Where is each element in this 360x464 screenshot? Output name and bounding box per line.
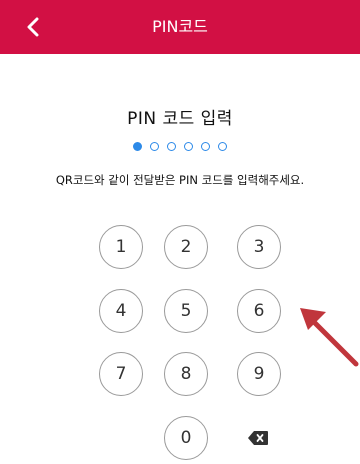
pin-dot-5 [201,142,210,151]
key-5[interactable]: 5 [164,289,208,333]
header-title: PIN코드 [152,17,208,36]
pin-dot-6 [218,142,227,151]
pin-dot-2 [150,142,159,151]
backspace-icon [248,431,268,445]
page-title: PIN 코드 입력 [127,109,233,129]
key-9[interactable]: 9 [237,352,281,396]
pin-indicator [0,142,360,151]
arrow-annotation-icon [300,308,359,367]
key-7[interactable]: 7 [99,352,143,396]
instruction-text: QR코드와 같이 전달받은 PIN 코드를 입력해주세요. [55,173,305,187]
key-2[interactable]: 2 [164,225,208,269]
pin-dot-3 [167,142,176,151]
pin-dot-4 [184,142,193,151]
pin-dot-1 [133,142,142,151]
key-1[interactable]: 1 [99,225,143,269]
key-3[interactable]: 3 [237,225,281,269]
delete-button[interactable] [238,418,278,458]
key-6[interactable]: 6 [237,289,281,333]
key-8[interactable]: 8 [164,352,208,396]
key-0[interactable]: 0 [164,416,208,460]
app-header: PIN코드 [0,0,360,54]
key-4[interactable]: 4 [99,289,143,333]
